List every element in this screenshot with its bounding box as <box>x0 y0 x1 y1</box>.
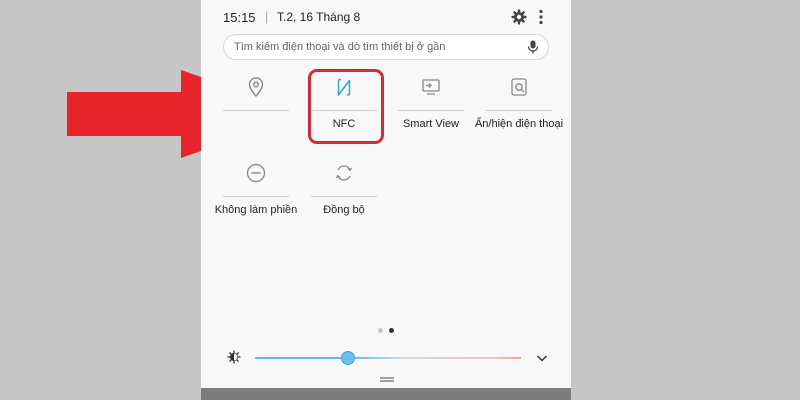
do-not-disturb-icon <box>246 163 266 183</box>
tile-label-sync: Đồng bộ <box>323 204 365 216</box>
sync-icon <box>335 165 353 181</box>
clock: 15:15 <box>223 10 256 25</box>
tile-label-secure-folder: Ẩn/hiện điện thoại <box>474 118 564 130</box>
page-dot-active[interactable] <box>389 328 394 333</box>
tile-divider <box>398 110 464 111</box>
brightness-slider-thumb[interactable] <box>341 351 356 365</box>
tile-label-smart-view: Smart View <box>402 118 460 130</box>
secure-folder-icon <box>511 78 527 96</box>
smart-view-icon <box>422 79 440 95</box>
quick-settings-panel: 15:15 | T.2, 16 Tháng 8 Tìm kiếm điện th… <box>201 0 571 400</box>
tile-location[interactable] <box>223 74 289 154</box>
search-field[interactable]: Tìm kiếm điện thoại và dò tìm thiết bị ở… <box>223 34 549 60</box>
location-icon <box>248 77 264 98</box>
tile-divider <box>486 110 552 111</box>
drag-handle-icon[interactable] <box>380 377 394 382</box>
brightness-row <box>223 348 549 368</box>
tile-label-do-not-disturb: Không làm phiền <box>214 204 298 216</box>
chevron-down-icon[interactable] <box>535 351 549 365</box>
more-options-icon[interactable] <box>533 9 549 25</box>
tile-do-not-disturb[interactable]: Không làm phiền <box>215 160 297 240</box>
tile-smart-view[interactable]: Smart View <box>398 74 464 154</box>
status-bar: 15:15 | T.2, 16 Tháng 8 <box>223 9 549 27</box>
search-placeholder: Tìm kiếm điện thoại và dò tìm thiết bị ở… <box>234 41 446 53</box>
page-dot[interactable] <box>378 328 383 333</box>
tile-divider <box>311 196 377 197</box>
tile-secure-folder[interactable]: Ẩn/hiện điện thoại <box>475 74 563 154</box>
nav-bar-edge <box>201 388 571 400</box>
tile-divider <box>223 110 289 111</box>
brightness-auto-icon[interactable] <box>227 350 241 364</box>
tile-sync[interactable]: Đồng bộ <box>311 160 377 240</box>
nfc-highlight-box <box>308 69 384 144</box>
date: T.2, 16 Tháng 8 <box>277 10 361 24</box>
separator: | <box>265 9 269 24</box>
tile-divider <box>223 196 289 197</box>
brightness-slider-track[interactable] <box>255 357 521 359</box>
gear-icon[interactable] <box>511 9 527 25</box>
microphone-icon[interactable] <box>526 40 540 54</box>
